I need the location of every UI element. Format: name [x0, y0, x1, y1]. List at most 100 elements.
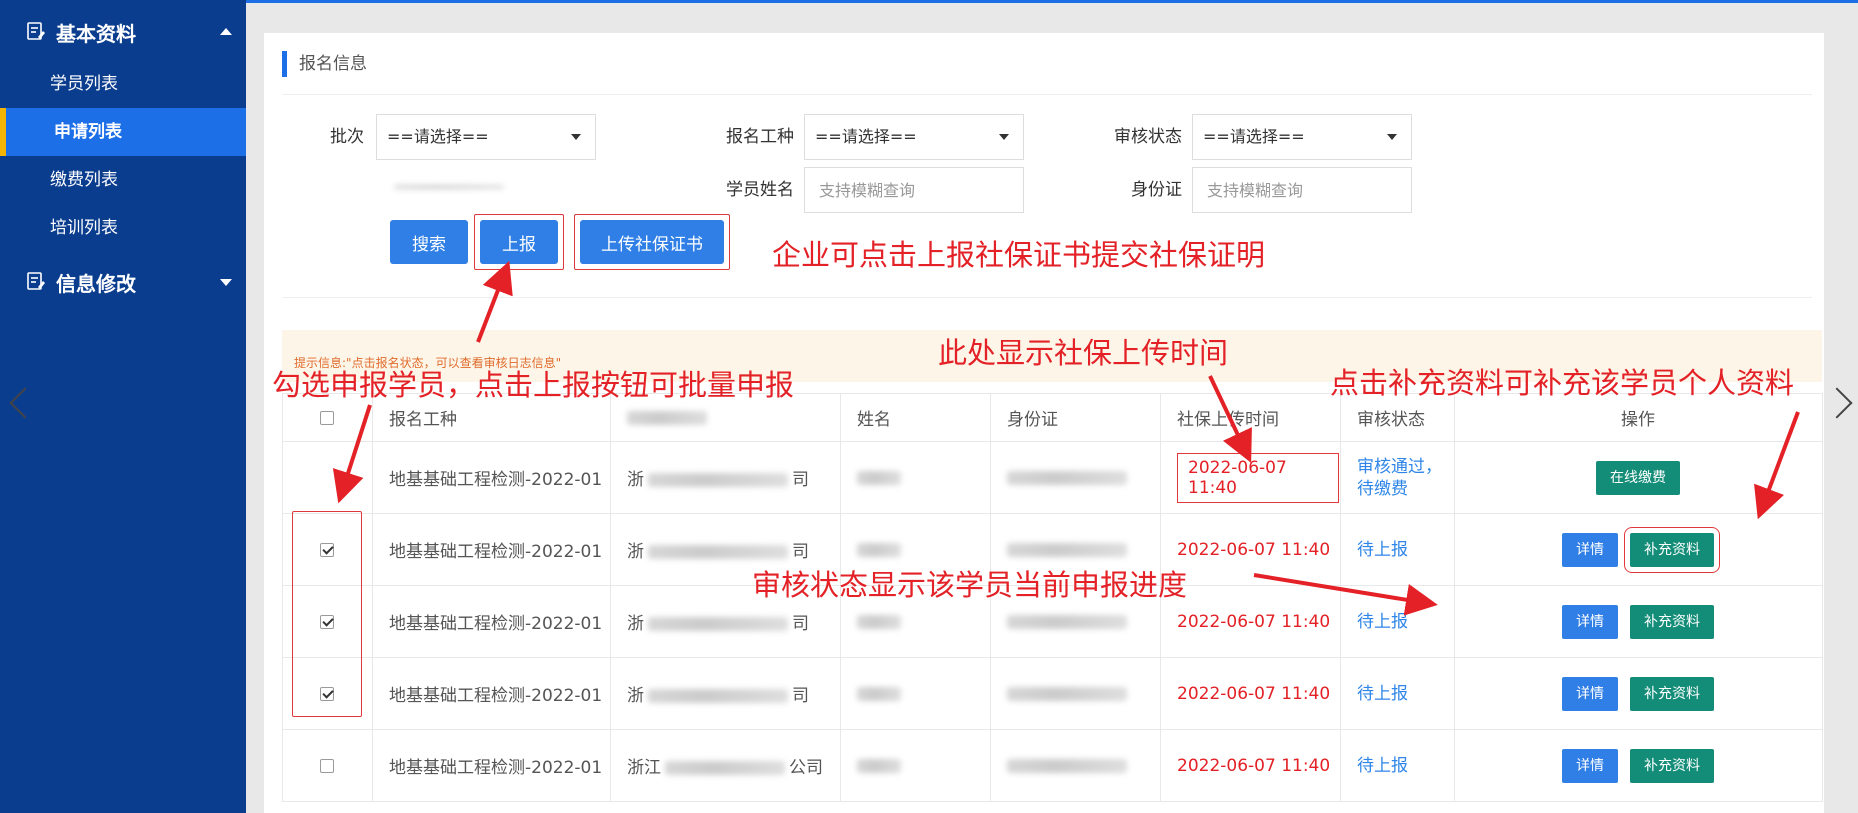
row-checkbox[interactable] [320, 758, 334, 773]
company-text: 公司 [789, 758, 823, 778]
search-button[interactable]: 搜索 [390, 220, 468, 264]
top-accent-line [246, 0, 1858, 3]
row-select-cell[interactable] [282, 729, 373, 802]
id-card-cell [990, 729, 1161, 802]
company-text: 浙 [627, 686, 644, 706]
sidebar-group-label: 基本资料 [56, 21, 136, 46]
detail-button[interactable]: 详情 [1562, 676, 1618, 711]
audit-status-cell[interactable]: 审核通过， 待缴费 [1340, 441, 1455, 514]
detail-button[interactable]: 详情 [1562, 748, 1618, 783]
supplement-button[interactable]: 补充资料 [1624, 526, 1720, 573]
audit-status-link[interactable]: 待上报 [1357, 756, 1408, 776]
operation-cell: 详情 补充资料 [1454, 657, 1823, 730]
online-pay-button[interactable]: 在线缴费 [1596, 460, 1680, 495]
audit-status-cell[interactable]: 待上报 [1340, 729, 1455, 802]
company-text: 司 [792, 542, 809, 562]
row-checkbox[interactable] [320, 614, 334, 629]
id-card-cell [990, 657, 1161, 730]
sidebar-item-application-list[interactable]: 申请列表 [0, 108, 246, 156]
operation-cell: 详情 补充资料 [1454, 585, 1823, 658]
job-type-cell: 地基基础工程检测-2022-01 [372, 729, 611, 802]
company-text: 浙 [627, 542, 644, 562]
sidebar-item-payment-list[interactable]: 缴费列表 [0, 156, 246, 204]
upload-time-cell: 2022-06-07 11:40 [1160, 585, 1341, 658]
operation-cell: 在线缴费 [1454, 441, 1823, 514]
obscured-label [394, 185, 504, 189]
supplement-button[interactable]: 补充资料 [1630, 748, 1714, 783]
audit-status-link[interactable]: 待上报 [1357, 540, 1408, 560]
operation-cell: 详情 补充资料 [1454, 513, 1823, 586]
upload-time: 2022-06-07 11:40 [1177, 611, 1331, 632]
upload-time: 2022-06-07 11:40 [1177, 755, 1331, 776]
batch-select[interactable]: ==请选择== [376, 114, 596, 160]
audit-status-link[interactable]: 待上报 [1357, 684, 1408, 704]
upload-time: 2022-06-07 11:40 [1177, 539, 1331, 560]
audit-status-link[interactable]: 审核通过， [1357, 456, 1453, 478]
sidebar-item-label: 申请列表 [54, 122, 122, 142]
column-header: 身份证 [990, 393, 1161, 442]
id-card-label: 身份证 [1131, 180, 1182, 200]
annotation-audit-status: 审核状态显示该学员当前申报进度 [752, 568, 1188, 602]
row-select-cell[interactable] [282, 513, 373, 586]
chevron-down-icon [999, 134, 1009, 140]
sidebar-group-info-edit[interactable]: 信息修改 [0, 262, 246, 302]
select-all-checkbox[interactable] [320, 410, 334, 425]
sidebar-group-label: 信息修改 [56, 271, 136, 296]
table-row: 地基基础工程检测-2022-01 浙司 2022-06-07 11:40 待上报… [282, 657, 1823, 730]
upload-social-security-button[interactable]: 上传社保证书 [580, 220, 724, 264]
upload-time-cell: 2022-06-07 11:40 [1160, 513, 1341, 586]
audit-status-cell[interactable]: 待上报 [1340, 657, 1455, 730]
row-select-cell[interactable] [282, 585, 373, 658]
table-row: 地基基础工程检测-2022-01 浙司 2022-06-07 11:40 审核通… [282, 441, 1823, 514]
section-title: 报名信息 [282, 51, 367, 77]
audit-status-select[interactable]: ==请选择== [1192, 114, 1412, 160]
operation-cell: 详情 补充资料 [1454, 729, 1823, 802]
name-cell [840, 441, 991, 514]
upload-time-cell: 2022-06-07 11:40 [1160, 657, 1341, 730]
caret-down-icon [220, 279, 232, 286]
row-checkbox[interactable] [320, 686, 334, 701]
row-checkbox[interactable] [320, 542, 334, 557]
detail-button[interactable]: 详情 [1562, 532, 1618, 567]
upload-time: 2022-06-07 11:40 [1177, 452, 1339, 503]
sidebar-item-training-list[interactable]: 培训列表 [0, 204, 246, 252]
report-button[interactable]: 上报 [480, 220, 558, 264]
company-cell: 浙司 [610, 441, 841, 514]
next-arrow-icon[interactable] [1821, 387, 1853, 419]
sidebar-group-basic-info[interactable]: 基本资料 [0, 12, 246, 52]
supplement-button[interactable]: 补充资料 [1630, 676, 1714, 711]
company-text: 浙江 [627, 758, 661, 778]
row-select-cell[interactable] [282, 657, 373, 730]
supplement-button[interactable]: 补充资料 [1630, 604, 1714, 639]
audit-status-cell[interactable]: 待上报 [1340, 513, 1455, 586]
document-edit-icon [26, 21, 48, 43]
detail-button[interactable]: 详情 [1562, 604, 1618, 639]
table-row: 地基基础工程检测-2022-01 浙江 公司 2022-06-07 11:40 待… [282, 729, 1823, 802]
annotation-upload: 企业可点击上报社保证书提交社保证明 [772, 238, 1266, 272]
audit-status-select-value: ==请选择== [1203, 127, 1305, 146]
company-cell: 浙司 [610, 657, 841, 730]
divider [282, 94, 1812, 95]
company-text: 司 [792, 470, 809, 490]
annotation-upload-time: 此处显示社保上传时间 [938, 336, 1229, 370]
job-type-cell: 地基基础工程检测-2022-01 [372, 657, 611, 730]
upload-time-cell: 2022-06-07 11:40 [1160, 729, 1341, 802]
audit-status-label: 审核状态 [1114, 127, 1182, 147]
name-cell [840, 729, 991, 802]
sidebar-item-student-list[interactable]: 学员列表 [0, 60, 246, 108]
audit-status-link[interactable]: 待上报 [1357, 612, 1408, 632]
type-select[interactable]: ==请选择== [804, 114, 1024, 160]
column-header: 姓名 [840, 393, 991, 442]
caret-up-icon [220, 28, 232, 35]
type-label: 报名工种 [726, 127, 794, 147]
audit-status-cell[interactable]: 待上报 [1340, 585, 1455, 658]
job-type-cell: 地基基础工程检测-2022-01 [372, 441, 611, 514]
student-name-label: 学员姓名 [726, 180, 794, 200]
sidebar-item-label: 缴费列表 [50, 170, 118, 190]
upload-time-cell: 2022-06-07 11:40 [1160, 441, 1341, 514]
batch-label: 批次 [330, 127, 364, 147]
audit-status-link[interactable]: 待缴费 [1357, 478, 1453, 500]
sidebar-item-label: 培训列表 [50, 218, 118, 238]
student-name-input[interactable] [804, 167, 1024, 213]
id-card-input[interactable] [1192, 167, 1412, 213]
